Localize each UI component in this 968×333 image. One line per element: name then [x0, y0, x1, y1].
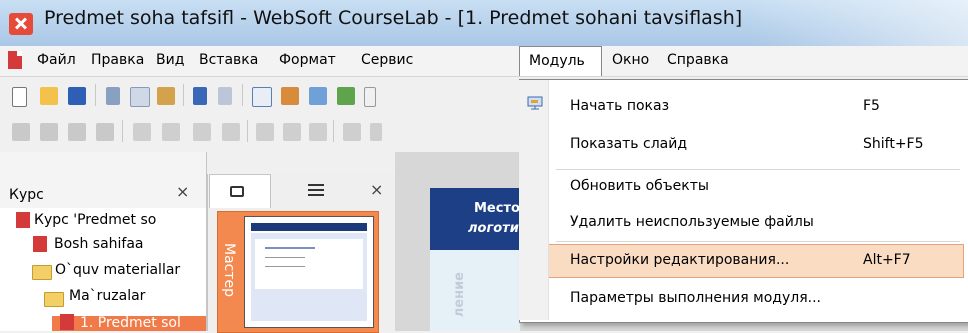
align-top-icon[interactable]: [96, 123, 114, 141]
menu-item-shortcut: Alt+F7: [863, 252, 911, 268]
folder-icon: [32, 265, 52, 280]
more-icon[interactable]: [370, 123, 382, 141]
tree-item-maruzalar[interactable]: Ma`ruzalar: [69, 288, 145, 304]
menu-item-delete-unused[interactable]: Удалить неиспользуемые файлы: [520, 204, 968, 242]
same-width-icon[interactable]: [193, 123, 211, 141]
folder-icon: [44, 292, 64, 307]
menu-help[interactable]: Справка: [667, 52, 729, 68]
menu-module[interactable]: Модуль: [519, 46, 602, 76]
slide-canvas-body: [430, 250, 520, 331]
image-icon[interactable]: [281, 87, 299, 105]
window-title: Predmet soha tafsifl - WebSoft CourseLab…: [44, 7, 743, 29]
module-dropdown-menu: Начать показ F5 Показать слайд Shift+F5 …: [519, 79, 968, 323]
same-height-icon[interactable]: [222, 123, 240, 141]
picture-icon[interactable]: [309, 87, 327, 105]
course-panel-close-icon[interactable]: ×: [176, 182, 189, 201]
menu-item-show-slide[interactable]: Показать слайд Shift+F5: [520, 126, 968, 164]
title-bar: Predmet soha tafsifl - WebSoft CourseLab…: [0, 0, 968, 46]
menu-item-edit-settings[interactable]: Настройки редактирования... Alt+F7: [520, 242, 968, 280]
window-controls-area: [748, 0, 968, 46]
slide-view-icon: [230, 186, 244, 197]
menu-item-shortcut: Shift+F5: [863, 136, 924, 152]
redo-icon[interactable]: [218, 87, 232, 105]
paste-icon[interactable]: [157, 87, 175, 105]
menu-item-label: Показать слайд: [570, 136, 688, 152]
master-label: Мастер: [221, 243, 237, 298]
outline-view-icon[interactable]: [308, 184, 324, 196]
toolbar-align: [0, 113, 520, 149]
save-icon[interactable]: [68, 87, 86, 105]
tree-item-course[interactable]: Курс 'Predmet so: [34, 212, 156, 228]
slides-panel-close-icon[interactable]: ×: [370, 180, 383, 199]
menu-module-label: Модуль: [529, 53, 585, 69]
menu-window[interactable]: Окно: [612, 52, 649, 68]
thumbnail-content: [255, 239, 363, 289]
distribute-v-icon[interactable]: [162, 123, 180, 141]
slide-logo-text-1: Место: [474, 201, 520, 216]
presentation-icon[interactable]: [527, 95, 543, 110]
page-icon: [60, 314, 74, 330]
align-center-icon[interactable]: [40, 123, 58, 141]
valign-icon[interactable]: [343, 123, 361, 141]
toolbar-standard: [0, 77, 520, 113]
tree-item-predmet[interactable]: 1. Predmet sol: [80, 315, 181, 331]
page-icon: [33, 236, 47, 252]
course-panel-title: Курс: [9, 187, 44, 203]
toolbar-separator: [183, 84, 184, 106]
app-icon: [9, 13, 33, 35]
cut-icon[interactable]: [106, 87, 120, 105]
menu-item-label: Настройки редактирования...: [570, 252, 790, 268]
tree-item-bosh-sahifaa[interactable]: Bosh sahifaa: [54, 236, 144, 252]
menu-icon-gutter: [519, 80, 549, 320]
tab-slides[interactable]: [209, 174, 271, 208]
menu-item-shortcut: F5: [863, 98, 880, 114]
menu-bar: Файл Правка Вид Вставка Формат Сервис Мо…: [0, 46, 968, 77]
toolbar-separator: [333, 120, 334, 142]
toolbar-separator: [247, 120, 248, 142]
new-file-icon[interactable]: [12, 87, 27, 107]
toolbar-separator: [122, 120, 123, 142]
menu-item-refresh-objects[interactable]: Обновить объекты: [520, 168, 968, 206]
slide-thumbnail[interactable]: [244, 216, 374, 328]
menu-item-label: Начать показ: [570, 98, 670, 114]
align-left-icon[interactable]: [12, 123, 30, 141]
open-folder-icon[interactable]: [40, 87, 58, 105]
menu-format[interactable]: Формат: [279, 52, 336, 68]
thumbnail-header: [251, 223, 367, 231]
copy-icon[interactable]: [130, 87, 150, 107]
pointer-icon[interactable]: [364, 87, 376, 107]
menu-item-label: Удалить неиспользуемые файлы: [570, 214, 814, 230]
group-icon[interactable]: [309, 123, 327, 141]
toolbar-separator: [242, 84, 243, 106]
menu-item-start-show[interactable]: Начать показ F5: [520, 88, 968, 126]
align-right-icon[interactable]: [68, 123, 86, 141]
slide-vertical-text: ление: [452, 272, 467, 318]
menu-file[interactable]: Файл: [37, 52, 76, 68]
menu-edit[interactable]: Правка: [91, 52, 144, 68]
menu-service[interactable]: Сервис: [361, 52, 413, 68]
slide-logo-text-2: логоти: [468, 221, 519, 236]
menu-item-label: Обновить объекты: [570, 178, 709, 194]
menu-insert[interactable]: Вставка: [199, 52, 258, 68]
tree-item-oquv-materiallar[interactable]: O`quv materiallar: [55, 262, 180, 278]
object-icon[interactable]: [337, 87, 355, 105]
course-icon: [16, 212, 30, 228]
order-front-icon[interactable]: [256, 123, 274, 141]
document-icon[interactable]: [8, 51, 22, 69]
distribute-h-icon[interactable]: [133, 123, 151, 141]
undo-icon[interactable]: [193, 87, 207, 105]
menu-item-module-params[interactable]: Параметры выполнения модуля...: [520, 280, 968, 318]
order-back-icon[interactable]: [283, 123, 301, 141]
menu-item-label: Параметры выполнения модуля...: [570, 290, 821, 306]
toolbar-separator: [95, 84, 96, 106]
text-box-icon[interactable]: [252, 87, 272, 107]
menu-view[interactable]: Вид: [156, 52, 184, 68]
